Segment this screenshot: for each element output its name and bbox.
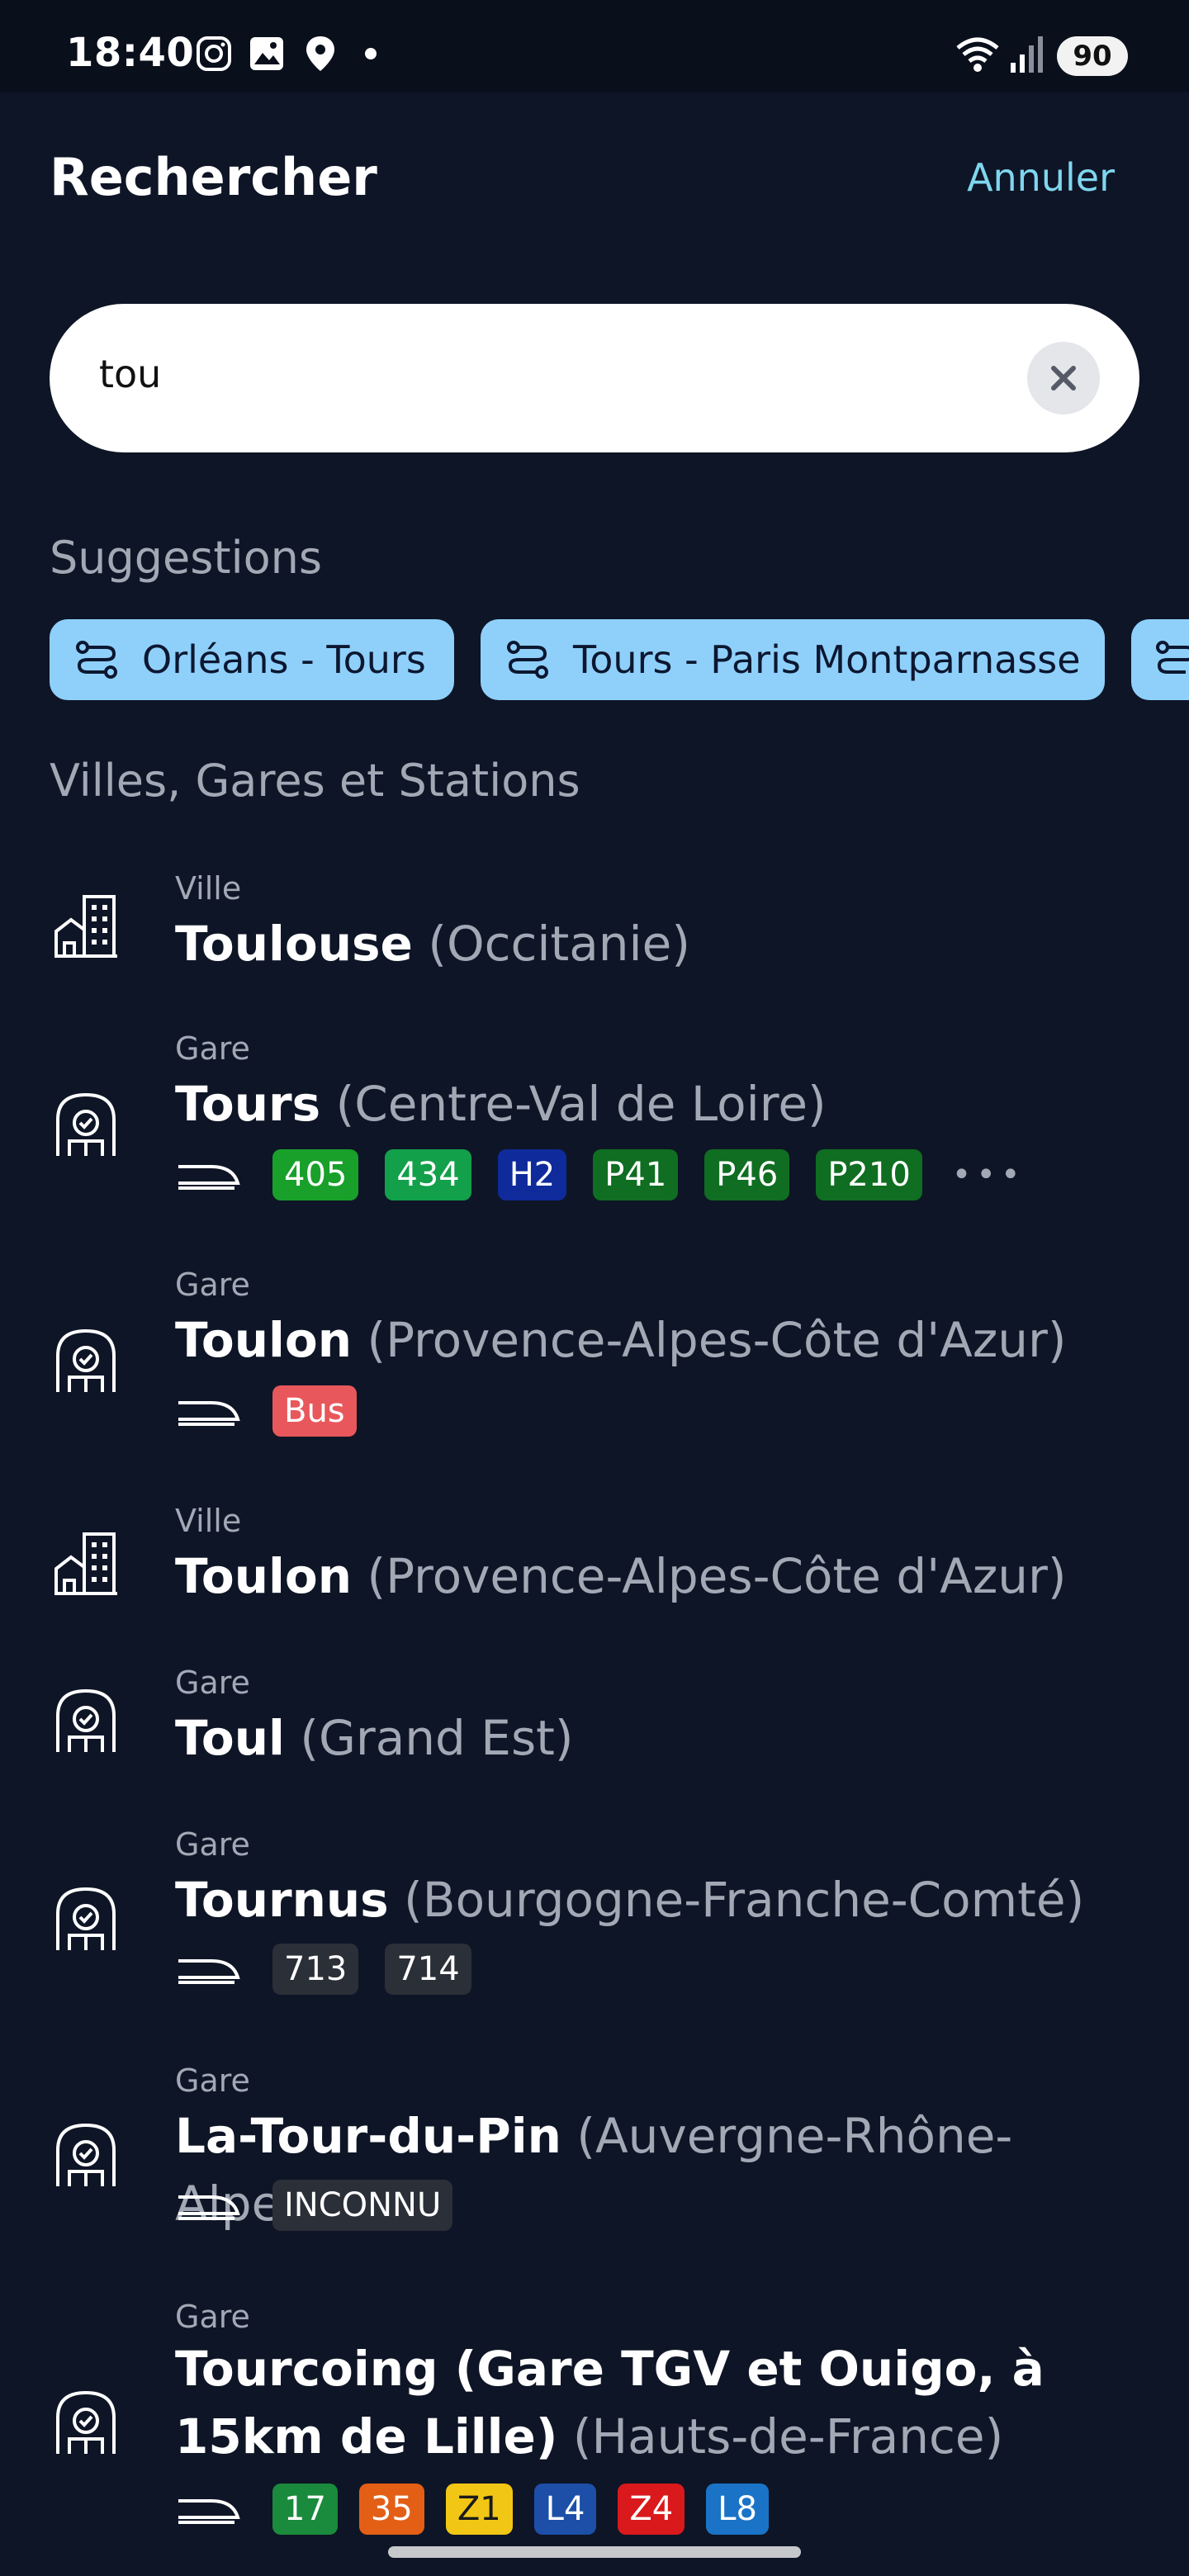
signal-icon (1011, 36, 1043, 73)
item-kind: Gare (175, 2299, 250, 2335)
city-icon (54, 895, 117, 958)
item-kind: Gare (175, 1267, 250, 1303)
route-icon (76, 641, 117, 679)
station-icon (56, 2390, 116, 2454)
item-region: (Centre-Val de Loire) (335, 1076, 827, 1132)
clear-search-button[interactable] (1027, 342, 1100, 414)
status-bar: 18:40 90 (0, 0, 1189, 92)
line-badge: H2 (497, 1149, 567, 1200)
line-badges: 17 35 Z1 L4 Z4 L8 (175, 2484, 790, 2535)
line-badge: 35 (358, 2484, 424, 2535)
item-kind: Gare (175, 1030, 250, 1067)
item-title: Tourcoing (Gare TGV et Ouigo, à 15km de … (175, 2335, 1149, 2470)
train-icon (178, 1401, 240, 1426)
list-item[interactable]: Gare Toulon (Provence-Alpes-Côte d'Azur)… (0, 1257, 1189, 1463)
home-indicator[interactable] (388, 2546, 801, 2558)
page-title: Rechercher (50, 147, 377, 207)
item-name: Toul (175, 1710, 285, 1766)
station-icon (56, 2123, 116, 2186)
item-title: Toul (Grand Est) (175, 1704, 1149, 1772)
line-badge: P210 (816, 1149, 922, 1200)
item-kind: Ville (175, 870, 242, 907)
line-badge: 714 (385, 1944, 471, 1995)
city-icon (54, 1532, 117, 1595)
instagram-icon (197, 36, 231, 71)
list-item[interactable]: Gare Toul (Grand Est) (0, 1655, 1189, 1803)
line-badge: 713 (272, 1944, 359, 1995)
item-kind: Gare (175, 2062, 250, 2099)
line-badge: P41 (593, 1149, 679, 1200)
line-badges: Bus (175, 1385, 383, 1437)
notification-dot-icon (365, 48, 377, 59)
line-badges: 405 434 H2 P41 P46 P210 ••• (175, 1149, 1026, 1200)
item-name: Toulouse (175, 916, 413, 972)
line-badge: 17 (272, 2484, 338, 2535)
gallery-icon (250, 37, 283, 70)
list-item[interactable]: Ville Toulouse (Occitanie) (0, 859, 1189, 1007)
station-icon (56, 1328, 116, 1392)
train-icon (178, 1959, 240, 1984)
station-icon (56, 1092, 116, 1156)
line-badge: Z4 (618, 2484, 685, 2535)
train-icon (178, 2195, 240, 2220)
close-icon (1051, 366, 1076, 391)
train-icon (178, 2499, 240, 2524)
search-bar[interactable]: tou (50, 304, 1139, 452)
suggestion-chip-label: Orléans - Tours (142, 637, 426, 682)
suggestion-chip-partial[interactable] (1131, 619, 1189, 700)
station-icon (56, 1688, 116, 1752)
suggestions-title: Suggestions (50, 532, 322, 584)
battery-indicator: 90 (1057, 36, 1128, 76)
item-name: Toulon (175, 1548, 353, 1604)
line-badge: 405 (272, 1149, 359, 1200)
suggestion-chip[interactable]: Orléans - Tours (50, 619, 454, 700)
list-item[interactable]: Ville Toulon (Provence-Alpes-Côte d'Azur… (0, 1493, 1189, 1641)
list-item[interactable]: Gare Tourcoing (Gare TGV et Ouigo, à 15k… (0, 2289, 1189, 2553)
item-kind: Ville (175, 1503, 242, 1539)
item-name: Tours (175, 1076, 321, 1132)
item-title: Toulon (Provence-Alpes-Côte d'Azur) (175, 1542, 1149, 1610)
item-region: (Bourgogne-Franche-Comté) (404, 1872, 1085, 1928)
line-badge: 434 (385, 1149, 471, 1200)
item-name: La-Tour-du-Pin (175, 2108, 561, 2164)
item-title: Tours (Centre-Val de Loire) (175, 1070, 1149, 1138)
line-badge: Z1 (445, 2484, 513, 2535)
line-badge: P46 (704, 1149, 790, 1200)
item-kind: Gare (175, 1826, 250, 1863)
suggestion-chip-label: Tours - Paris Montparnasse (573, 637, 1081, 682)
places-title: Villes, Gares et Stations (50, 755, 580, 807)
cancel-button[interactable]: Annuler (967, 155, 1115, 200)
line-badge: INCONNU (272, 2180, 453, 2231)
line-badges: INCONNU (175, 2180, 479, 2231)
line-badges: 713 714 (175, 1944, 498, 1995)
route-icon (507, 641, 548, 679)
item-region: (Occitanie) (428, 916, 690, 972)
train-icon (178, 1165, 240, 1190)
line-badge: Bus (272, 1385, 357, 1437)
suggestion-chip[interactable]: Tours - Paris Montparnasse (481, 619, 1105, 700)
line-badge: L8 (706, 2484, 769, 2535)
item-title: Tournus (Bourgogne-Franche-Comté) (175, 1866, 1149, 1934)
item-title: Toulon (Provence-Alpes-Côte d'Azur) (175, 1306, 1149, 1374)
item-title: Toulouse (Occitanie) (175, 910, 1149, 978)
wifi-icon (956, 37, 999, 72)
route-icon (1156, 641, 1189, 674)
more-lines-indicator: ••• (951, 1156, 1026, 1194)
status-time: 18:40 (66, 30, 195, 76)
list-item[interactable]: Gare Tournus (Bourgogne-Franche-Comté) 7… (0, 1816, 1189, 2023)
item-name: Tournus (175, 1872, 389, 1928)
item-region: (Grand Est) (300, 1710, 574, 1766)
item-region: (Provence-Alpes-Côte d'Azur) (367, 1312, 1067, 1368)
station-icon (56, 1887, 116, 1950)
list-item[interactable]: Gare Tours (Centre-Val de Loire) 405 434… (0, 1020, 1189, 1227)
item-name: Toulon (175, 1312, 353, 1368)
item-kind: Gare (175, 1664, 250, 1701)
list-item[interactable]: Gare La-Tour-du-Pin (Auvergne-Rhône-Alpe… (0, 2053, 1189, 2259)
location-icon (306, 36, 334, 71)
item-region: (Provence-Alpes-Côte d'Azur) (367, 1548, 1067, 1604)
item-region: (Hauts-de-France) (572, 2408, 1004, 2465)
search-input[interactable]: tou (99, 352, 161, 396)
line-badge: L4 (533, 2484, 597, 2535)
